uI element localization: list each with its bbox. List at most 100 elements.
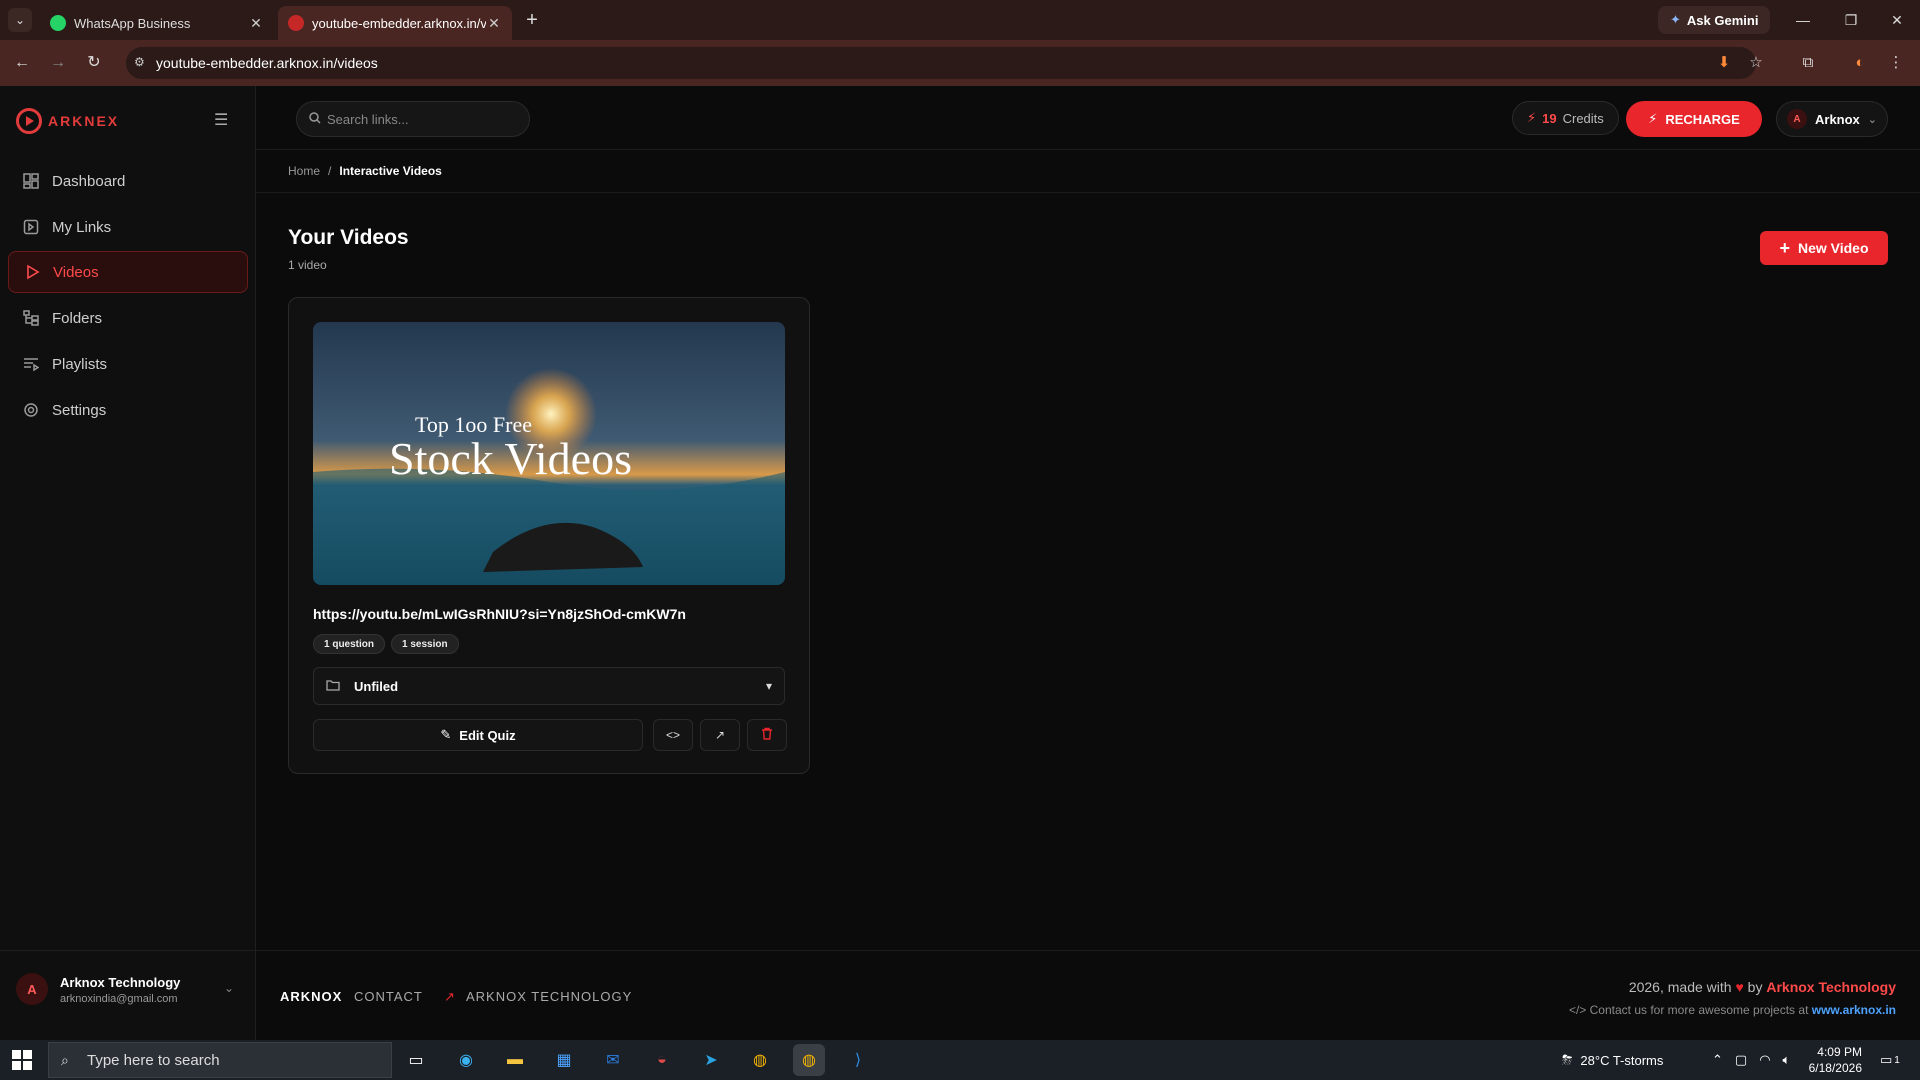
edit-quiz-button[interactable]: ✎ Edit Quiz [313,719,643,751]
sidebar-item-videos[interactable]: Videos [8,251,248,293]
brand-logo[interactable]: ARKNEX [16,106,119,136]
taskbar-search-input[interactable]: ⌕ Type here to search [48,1042,392,1078]
sidebar-item-folders[interactable]: Folders [8,297,248,339]
tab-search-dropdown[interactable]: ⌄ [8,8,32,32]
footer-link-arknox[interactable]: ARKNOX [280,989,342,1004]
chevron-down-icon[interactable]: ⌄ [224,981,234,995]
edit-quiz-label: Edit Quiz [459,727,516,743]
contact-site-link[interactable]: www.arknox.in [1812,1003,1896,1017]
sidebar-item-settings[interactable]: Settings [8,389,248,431]
heart-icon: ♥ [1735,979,1744,995]
tab-title: youtube-embedder.arknox.in/v [312,15,486,31]
menu-kebab-icon[interactable]: ⋮ [1884,51,1908,75]
edge-icon[interactable]: ◉ [450,1044,482,1076]
new-video-button[interactable]: + New Video [1760,231,1888,265]
back-button[interactable]: ← [10,51,34,75]
lightning-icon: ⚡ [1648,111,1658,126]
minimize-button[interactable]: — [1780,0,1826,40]
breadcrumb-home[interactable]: Home [288,164,320,178]
weather-widget[interactable]: ⛈ 28°C T-storms [1562,1040,1663,1080]
search-icon: ⌕ [61,1052,69,1068]
arknox-logo-icon [16,108,42,134]
breadcrumb-separator: / [328,164,332,178]
site-info-icon[interactable]: ⚙ [134,55,150,71]
gemini-label: Ask Gemini [1686,12,1759,28]
dashboard-icon [22,172,40,190]
wifi-icon[interactable]: ◠ [1759,1052,1770,1068]
close-icon[interactable]: ✕ [486,15,502,32]
new-video-label: New Video [1797,240,1869,256]
breadcrumb-current: Interactive Videos [339,164,442,178]
install-app-icon[interactable]: ⬇ [1712,51,1736,75]
sidebar-item-my-links[interactable]: My Links [8,206,248,248]
thumbnail-title: Stock Videos [389,433,632,484]
volume-icon[interactable]: 🔈︎ [1783,1052,1791,1068]
telegram-icon[interactable]: ➤ [695,1044,727,1076]
gear-icon [22,401,40,419]
account-menu-button[interactable]: A Arknox ⌄ [1776,101,1888,137]
close-icon[interactable]: ✕ [248,15,264,32]
extensions-icon[interactable]: ⧉ [1796,51,1820,75]
chrome-icon[interactable]: ◍ [744,1044,776,1076]
tab-whatsapp[interactable]: WhatsApp Business ✕ [40,6,274,40]
os-taskbar: ⌕ Type here to search ▭ ◉ ▬ ▦ ✉ ◒ ➤ ◍ ◍ … [0,1040,1920,1080]
whatsapp-icon [50,15,66,31]
sidebar-item-playlists[interactable]: Playlists [8,343,248,385]
app-icon[interactable]: ◒ [646,1044,678,1076]
code-icon: </> [1568,1003,1587,1017]
open-external-button[interactable]: ↗ [700,719,740,751]
hamburger-menu-icon[interactable]: ☰ [214,110,232,129]
sidebar-item-label: Settings [52,401,107,419]
task-view-icon[interactable]: ▭ [400,1044,432,1076]
taskbar-search-placeholder: Type here to search [87,1051,220,1069]
bookmark-star-icon[interactable]: ☆ [1744,51,1768,75]
system-tray: ⌃ ▢ ◠ 🔈︎ [1712,1040,1790,1080]
browser-tab-bar: ⌄ WhatsApp Business ✕ youtube-embedder.a… [0,0,1920,40]
credits-icon: ⚡ [1527,110,1537,125]
reload-button[interactable]: ↻ [82,51,106,75]
sidebar-user-card[interactable]: A Arknox Technology arknoxindia@gmail.co… [0,950,256,1040]
divider [256,192,1920,193]
close-window-button[interactable]: ✕ [1874,0,1920,40]
external-link-icon: ↗ [444,989,455,1004]
chrome-active-icon[interactable]: ◍ [793,1044,825,1076]
vscode-icon[interactable]: ⟩ [842,1044,874,1076]
credits-badge[interactable]: ⚡ 19 Credits [1512,101,1619,135]
notification-center-icon[interactable]: ▭ 1 [1880,1040,1900,1080]
footer-link-contact[interactable]: CONTACT [354,989,423,1004]
delete-button[interactable] [747,719,787,751]
outlook-icon[interactable]: ✉ [597,1044,629,1076]
chevron-down-icon: ▾ [765,679,772,693]
profile-icon[interactable]: ◐ [1848,51,1872,75]
tab-youtube-embedder[interactable]: youtube-embedder.arknox.in/v ✕ [278,6,512,40]
store-icon[interactable]: ▦ [548,1044,580,1076]
search-input[interactable]: Search links... [296,101,530,137]
folder-select[interactable]: Unfiled ▾ [313,667,785,705]
forward-button[interactable]: → [46,51,70,75]
made-brand[interactable]: Arknox Technology [1766,979,1896,995]
restore-button[interactable]: ❐ [1828,0,1874,40]
windows-start-icon[interactable] [12,1050,32,1070]
file-explorer-icon[interactable]: ▬ [499,1044,531,1076]
page-title: Your Videos [288,226,409,249]
arknox-favicon-icon [288,15,304,31]
video-thumbnail[interactable]: Top 1oo Free Stock Videos [313,322,785,585]
weather-text: 28°C T-storms [1580,1052,1664,1068]
recharge-button[interactable]: ⚡ RECHARGE [1626,101,1762,137]
meet-icon[interactable]: ▢ [1735,1052,1747,1068]
address-bar[interactable]: ⚙ youtube-embedder.arknox.in/videos [126,47,1756,79]
made-with-text: 2026, made with ♥ by Arknox Technology [1629,979,1896,995]
new-tab-button[interactable]: + [520,8,544,32]
sidebar-item-dashboard[interactable]: Dashboard [8,160,248,202]
recharge-label: RECHARGE [1665,111,1740,127]
footer-link-arknox-technology[interactable]: ARKNOX TECHNOLOGY [466,989,632,1004]
ask-gemini-button[interactable]: ✦ Ask Gemini [1658,6,1771,34]
taskbar-clock[interactable]: 4:09 PM 6/18/2026 [1809,1044,1862,1076]
url-text: youtube-embedder.arknox.in/videos [156,55,378,71]
brand-name: ARKNEX [48,113,120,129]
chevron-up-icon[interactable]: ⌃ [1712,1052,1723,1068]
video-url[interactable]: https://youtu.be/mLwIGsRhNIU?si=Yn8jzShO… [313,606,686,622]
gemini-sparkle-icon: ✦ [1670,12,1681,27]
embed-code-button[interactable]: <> [653,719,693,751]
search-placeholder: Search links... [327,111,409,127]
